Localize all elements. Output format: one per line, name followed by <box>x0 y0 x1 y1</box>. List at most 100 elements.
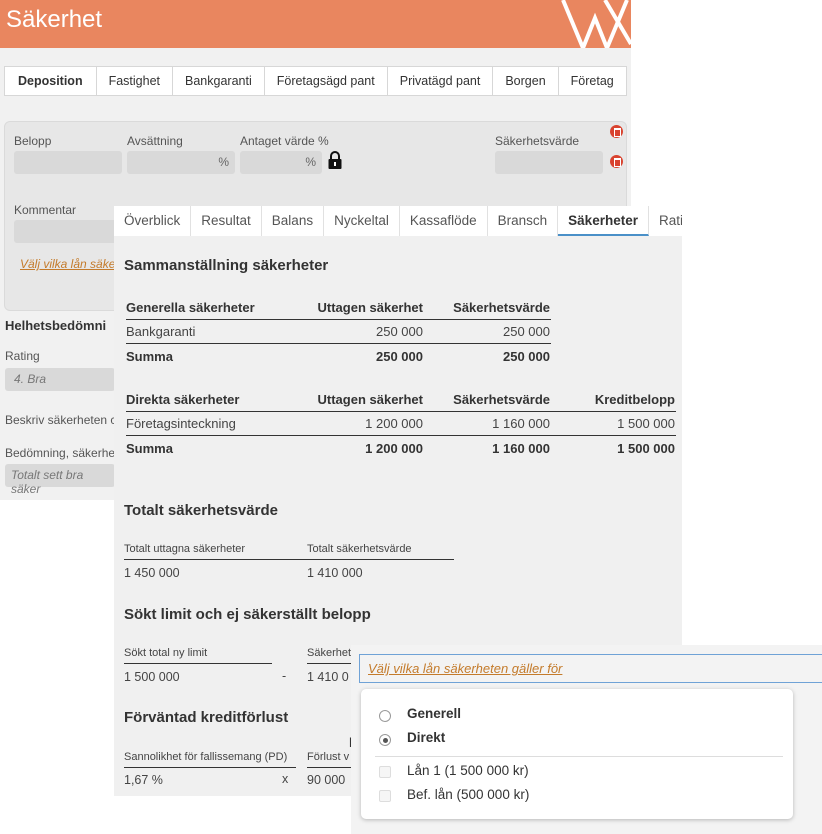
option-lan-1-label[interactable]: Lån 1 (1 500 000 kr) <box>407 763 529 778</box>
section-heading-sammanstallning: Sammanställning säkerheter <box>124 257 329 274</box>
tab-rating[interactable]: Rating <box>649 206 682 236</box>
loan-select-placeholder: Välj vilka lån säkerheten gäller för <box>368 661 563 676</box>
avsattning-input[interactable]: % <box>127 151 235 174</box>
tab-borgen[interactable]: Borgen <box>493 66 559 96</box>
general-header-uttagen: Uttagen säkerhet <box>317 300 423 315</box>
checkbox-lan-1[interactable] <box>379 766 391 778</box>
belopp-label: Belopp <box>14 134 52 148</box>
page-title: Säkerhet <box>6 6 103 33</box>
rating-value: 4. Bra <box>14 372 47 386</box>
sakerhetsvarde-input[interactable] <box>495 151 603 174</box>
menu-divider <box>375 756 783 757</box>
select-loans-link[interactable]: Välj vilka lån säker <box>20 257 119 271</box>
times-operator: x <box>282 772 289 786</box>
bedomning-value: Totalt sett bra säker <box>11 468 84 496</box>
tab-balans[interactable]: Balans <box>262 206 325 236</box>
sokt-limit-label: Sökt total ny limit <box>124 647 208 659</box>
option-bef-lan-label[interactable]: Bef. lån (500 000 kr) <box>407 787 529 802</box>
forlust-label: Förlust v <box>307 751 350 763</box>
tab-sakerheter[interactable]: Säkerheter <box>558 206 649 236</box>
table-cell: 1 200 000 <box>365 416 423 431</box>
bedomning-input[interactable]: Totalt sett bra säker <box>5 464 115 496</box>
loan-select-input[interactable]: Välj vilka lån säkerheten gäller för <box>359 654 822 683</box>
total-varde-label: Totalt säkerhetsvärde <box>307 543 412 555</box>
tab-foretagsagd-pant[interactable]: Företagsägd pant <box>264 66 388 96</box>
sokt-limit-value: 1 500 000 <box>124 670 180 684</box>
forlust-value: 90 000 <box>307 773 346 787</box>
table-rule <box>126 319 551 320</box>
kommentar-label: Kommentar <box>14 203 77 217</box>
total-varde-value: 1 410 000 <box>307 566 363 580</box>
analysis-tabs: Överblick Resultat Balans Nyckeltal Kass… <box>114 206 682 236</box>
tab-resultat[interactable]: Resultat <box>191 206 262 236</box>
loss-rule-2 <box>307 767 351 768</box>
brand-logo-icon <box>561 0 631 48</box>
direct-header-uttagen: Uttagen säkerhet <box>317 392 423 407</box>
table-rule <box>126 435 676 436</box>
beskriv-label: Beskriv säkerheten c <box>5 413 117 427</box>
radio-generell[interactable] <box>379 710 391 722</box>
tab-nyckeltal[interactable]: Nyckeltal <box>324 206 400 236</box>
antaget-varde-label: Antaget värde % <box>240 134 329 148</box>
sum-value: 1 500 000 <box>617 441 675 456</box>
table-cell: 1 160 000 <box>492 416 550 431</box>
sum-label: Summa <box>126 441 173 456</box>
rating-select[interactable]: 4. Bra <box>5 368 115 391</box>
limit-rule <box>124 663 272 664</box>
table-cell: 1 500 000 <box>617 416 675 431</box>
limit-rule-2 <box>307 663 357 664</box>
total-rule <box>124 559 454 560</box>
sum-value: 250 000 <box>376 349 423 364</box>
tab-foretag[interactable]: Företag <box>558 66 627 96</box>
sakerhet-value: 1 410 0 <box>307 670 349 684</box>
option-direkt-label[interactable]: Direkt <box>407 730 445 745</box>
loan-select-popup: Välj vilka lån säkerheten gäller för Gen… <box>351 645 822 834</box>
pd-label: Sannolikhet för fallissemang (PD) <box>124 751 288 763</box>
tab-kassaflode[interactable]: Kassaflöde <box>400 206 488 236</box>
table-cell: 250 000 <box>503 324 550 339</box>
kommentar-input[interactable] <box>14 220 124 243</box>
general-header-varde: Säkerhetsvärde <box>453 300 550 315</box>
percent-unit-2: % <box>305 155 316 169</box>
pd-value: 1,67 % <box>124 773 163 787</box>
total-uttagna-label: Totalt uttagna säkerheter <box>124 543 246 555</box>
loss-rule <box>124 767 296 768</box>
tab-deposition[interactable]: Deposition <box>4 66 97 96</box>
table-cell: Företagsinteckning <box>126 416 236 431</box>
checkbox-bef-lan[interactable] <box>379 790 391 802</box>
sum-value: 1 200 000 <box>365 441 423 456</box>
belopp-input[interactable] <box>14 151 122 174</box>
tab-overblick[interactable]: Överblick <box>114 206 192 236</box>
sum-label: Summa <box>126 349 173 364</box>
rating-label: Rating <box>5 349 40 363</box>
tab-fastighet[interactable]: Fastighet <box>96 66 174 96</box>
radio-direkt[interactable] <box>379 734 391 746</box>
antaget-varde-input[interactable]: % <box>240 151 322 174</box>
section-heading-totalt: Totalt säkerhetsvärde <box>124 502 278 519</box>
tab-privatagd-pant[interactable]: Privatägd pant <box>387 66 494 96</box>
total-uttagna-value: 1 450 000 <box>124 566 180 580</box>
direct-header-kredit: Kreditbelopp <box>594 392 675 407</box>
table-cell: Bankgaranti <box>126 324 196 339</box>
delete-icon[interactable] <box>610 125 623 138</box>
tab-bankgaranti[interactable]: Bankgaranti <box>173 66 265 96</box>
section-heading-forlust: Förväntad kreditförlust <box>124 709 289 726</box>
percent-unit: % <box>218 155 229 169</box>
table-cell: 250 000 <box>376 324 423 339</box>
header-bar: Säkerhet <box>0 0 631 48</box>
general-header-name: Generella säkerheter <box>126 300 255 315</box>
minus-operator: - <box>282 669 287 683</box>
bedomning-label: Bedömning, säkerhe <box>5 446 116 460</box>
sum-value: 1 160 000 <box>492 441 550 456</box>
option-generell-label[interactable]: Generell <box>407 706 461 721</box>
direct-header-name: Direkta säkerheter <box>126 392 240 407</box>
avsattning-label: Avsättning <box>127 134 183 148</box>
delete-row-icon[interactable] <box>610 155 623 168</box>
sum-value: 250 000 <box>503 349 550 364</box>
loan-select-menu: Generell Direkt Lån 1 (1 500 000 kr) Bef… <box>361 689 793 819</box>
tab-bransch[interactable]: Bransch <box>488 206 559 236</box>
section-heading-limit: Sökt limit och ej säkerställt belopp <box>124 606 371 623</box>
lock-icon[interactable] <box>327 150 343 170</box>
direct-header-varde: Säkerhetsvärde <box>453 392 550 407</box>
sakerhet-label: Säkerhet <box>307 647 352 659</box>
